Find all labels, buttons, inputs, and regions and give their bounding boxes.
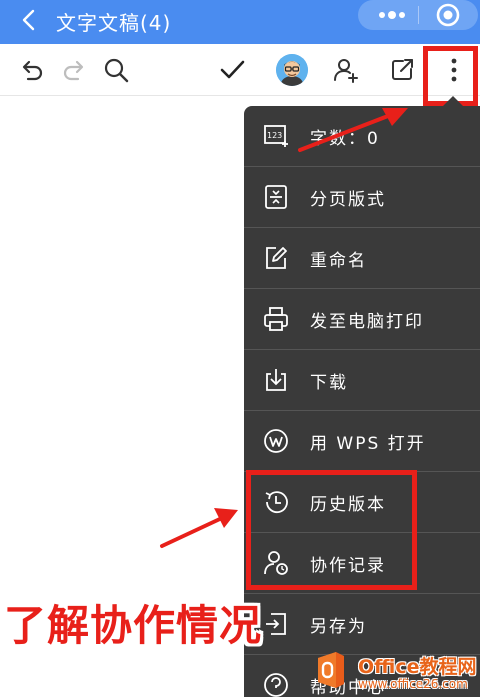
redo-icon[interactable] [60,56,88,84]
mini-program-capsule [358,0,478,30]
menu-item-label: 用 WPS 打开 [310,434,426,454]
menu-item-page-layout[interactable]: 分页版式 [244,167,480,228]
menu-item-word-count[interactable]: 123 字数：0 [244,106,480,167]
arrow-to-history [160,508,238,548]
annotation-caption: 了解协作情况 [4,601,263,650]
avatar-icon[interactable] [276,54,308,86]
menu-caret [443,96,463,106]
office-logo-icon [318,652,344,688]
share-icon[interactable] [388,56,416,84]
search-icon[interactable] [102,56,130,84]
title-bar: 文字文稿(4) [0,0,480,44]
history-collab-highlight [246,470,417,590]
menu-item-open-wps[interactable]: 用 WPS 打开 [244,411,480,472]
printer-icon [264,307,288,331]
menu-item-label: 下载 [310,373,348,393]
editor-toolbar [0,44,480,96]
wps-logo-icon [264,429,288,453]
capsule-divider [418,6,419,24]
download-icon [266,369,286,391]
page-layout-icon [265,185,287,209]
menu-item-save-as[interactable]: 另存为 [244,594,480,655]
word-count-icon: 123 [264,125,288,147]
menu-item-print[interactable]: 发至电脑打印 [244,289,480,350]
more-dots-icon[interactable] [372,3,412,27]
target-circle-icon[interactable] [434,1,462,29]
more-menu: 123 字数：0 分页版式 重命名 发至电脑打印 下载 用 WPS 打开 历史版… [244,106,480,697]
menu-item-label: 字数：0 [310,129,380,149]
office-watermark: Office教程网 www.office26.com [312,648,480,697]
menu-item-download[interactable]: 下载 [244,350,480,411]
menu-item-label: 发至电脑打印 [310,312,424,332]
undo-icon[interactable] [18,56,46,84]
add-user-icon[interactable] [332,56,360,84]
rename-icon [266,247,287,269]
menu-item-label: 重命名 [310,251,367,271]
watermark-url: www.office26.com [358,677,468,691]
menu-item-rename[interactable]: 重命名 [244,228,480,289]
menu-item-label: 另存为 [310,617,367,637]
svg-text:123: 123 [267,131,282,140]
menu-item-label: 分页版式 [310,190,386,210]
document-title: 文字文稿(4) [56,11,172,35]
chevron-left-icon[interactable] [16,6,44,34]
help-icon [264,673,288,697]
watermark-brand: Office教程网 [358,656,477,678]
save-as-icon [266,613,286,635]
checkmark-icon[interactable] [218,56,246,84]
